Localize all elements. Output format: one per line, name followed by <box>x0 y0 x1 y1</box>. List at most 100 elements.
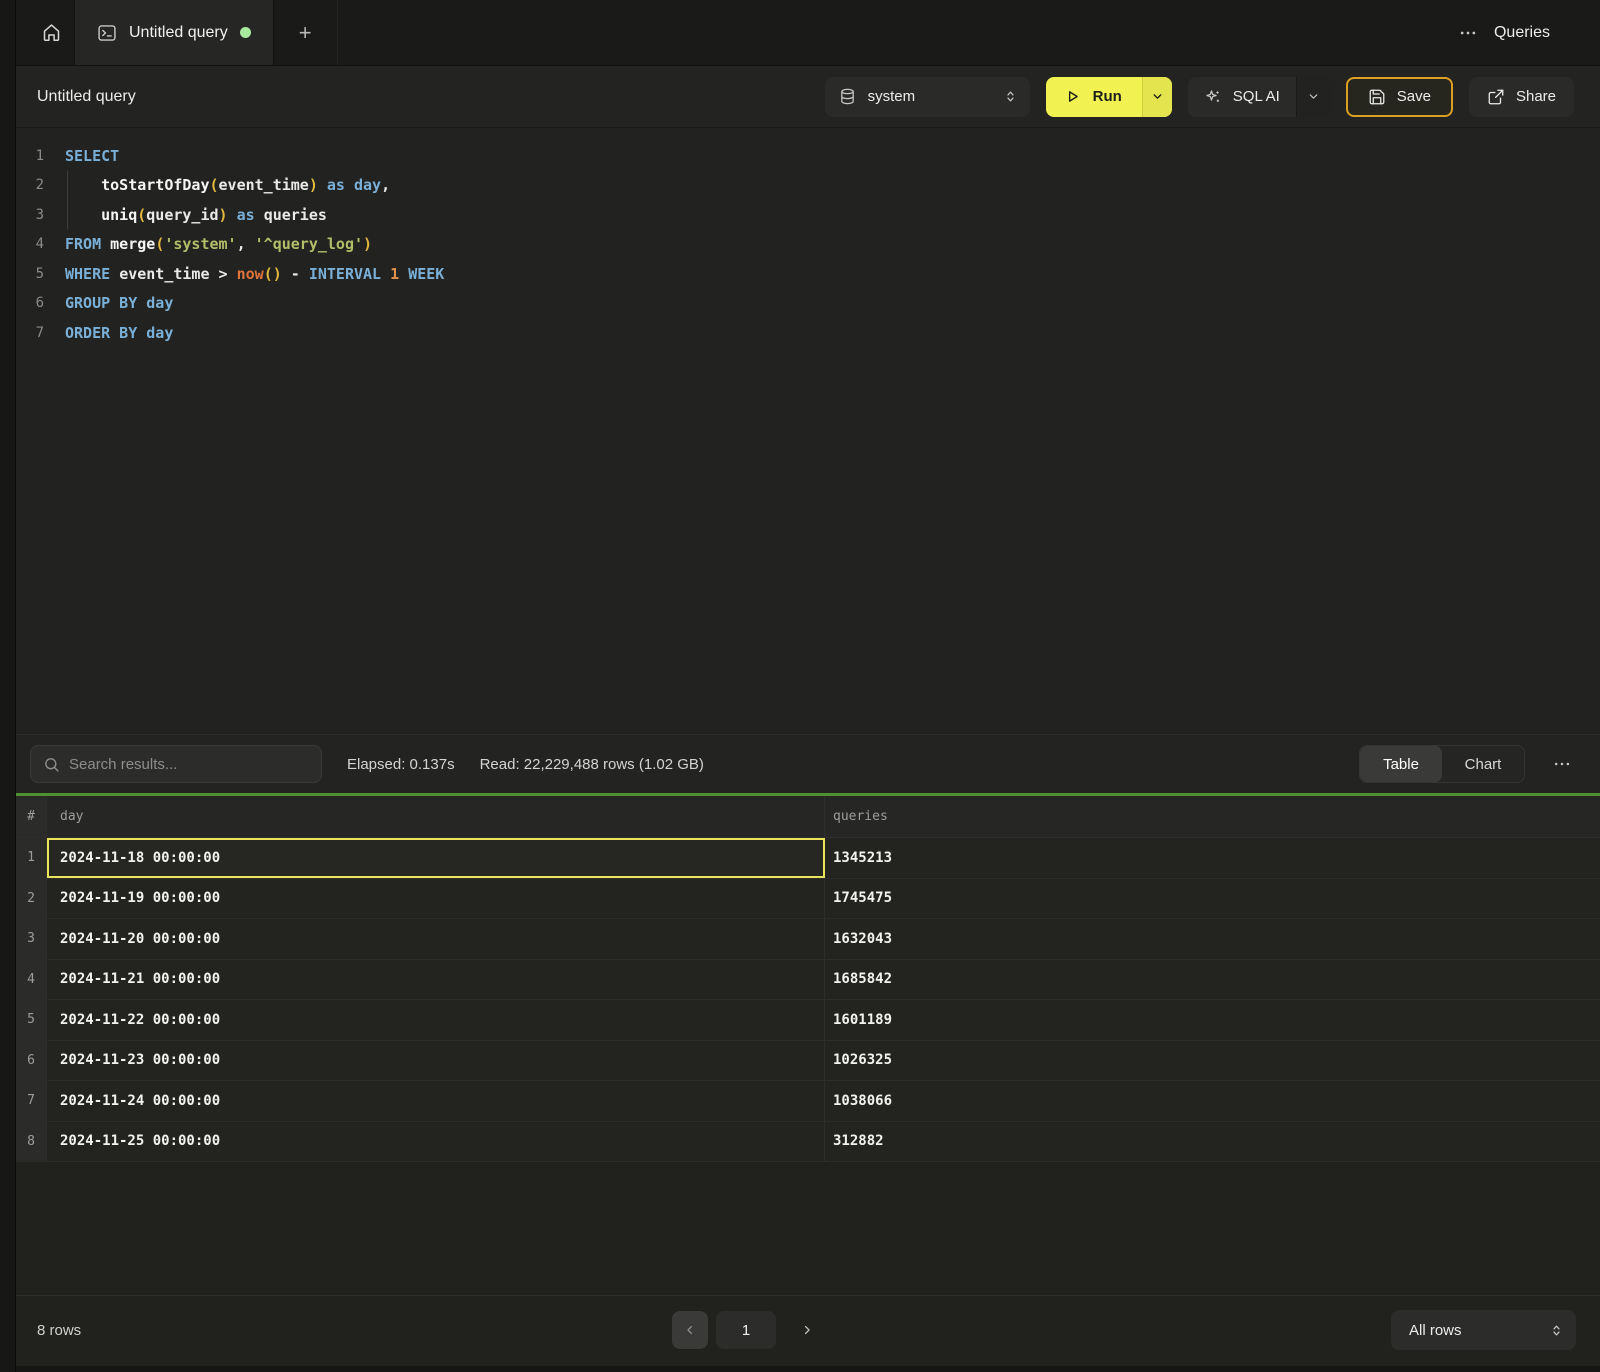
ellipsis-icon[interactable] <box>1458 23 1478 43</box>
day-cell[interactable]: 2024-11-25 00:00:00 <box>47 1122 825 1162</box>
day-cell[interactable]: 2024-11-18 00:00:00 <box>47 838 825 878</box>
table-row[interactable]: 82024-11-25 00:00:00312882 <box>16 1122 1600 1163</box>
share-label: Share <box>1516 88 1556 105</box>
table-row[interactable]: 72024-11-24 00:00:001038066 <box>16 1081 1600 1122</box>
code-token <box>255 206 264 224</box>
code-token <box>399 265 408 283</box>
code-token <box>318 176 327 194</box>
results-footer: 8 rows 1 All rows <box>16 1295 1600 1372</box>
row-index-cell: 4 <box>16 960 47 1000</box>
column-header-index: # <box>16 796 47 837</box>
previous-page-button[interactable] <box>672 1311 708 1349</box>
sql-editor[interactable]: 1SELECT2 toStartOfDay(event_time) as day… <box>16 128 1600 734</box>
pagination: 1 <box>672 1311 822 1349</box>
next-page-button[interactable] <box>792 1311 822 1349</box>
query-toolbar: Untitled query system Run <box>16 66 1600 128</box>
code-token: ) <box>363 235 372 253</box>
run-options-button[interactable] <box>1142 77 1172 117</box>
search-results-input[interactable] <box>69 756 309 773</box>
day-cell[interactable]: 2024-11-22 00:00:00 <box>47 1000 825 1040</box>
tab-chart-view[interactable]: Chart <box>1442 746 1524 782</box>
chevron-down-icon <box>1151 90 1164 103</box>
tab-label: Untitled query <box>129 24 228 42</box>
day-cell[interactable]: 2024-11-24 00:00:00 <box>47 1081 825 1121</box>
code-token: ( <box>210 176 219 194</box>
table-row[interactable]: 52024-11-22 00:00:001601189 <box>16 1000 1600 1041</box>
tab-table-view[interactable]: Table <box>1360 746 1442 782</box>
code-token: SELECT <box>65 147 119 165</box>
code-token: ( <box>155 235 164 253</box>
code-token: , <box>237 235 246 253</box>
home-button[interactable] <box>28 0 74 65</box>
day-cell[interactable]: 2024-11-23 00:00:00 <box>47 1041 825 1081</box>
code-token <box>228 265 237 283</box>
share-button[interactable]: Share <box>1469 77 1574 117</box>
queries-cell[interactable]: 1685842 <box>825 960 1600 1000</box>
code-token <box>65 176 101 194</box>
code-token: '^query_log' <box>255 235 363 253</box>
save-button[interactable]: Save <box>1346 77 1453 117</box>
queries-cell[interactable]: 312882 <box>825 1122 1600 1162</box>
code-token <box>137 294 146 312</box>
database-value: system <box>868 88 991 105</box>
column-header-day[interactable]: day <box>47 796 825 837</box>
day-cell[interactable]: 2024-11-21 00:00:00 <box>47 960 825 1000</box>
tab-untitled-query[interactable]: Untitled query <box>74 0 274 65</box>
code-line: 2 toStartOfDay(event_time) as day, <box>16 171 1600 201</box>
row-index-cell: 6 <box>16 1041 47 1081</box>
table-row[interactable]: 62024-11-23 00:00:001026325 <box>16 1041 1600 1082</box>
code-token: now <box>237 265 264 283</box>
database-selector[interactable]: system <box>825 77 1030 117</box>
code-token: uniq <box>101 206 137 224</box>
window-bottom-edge <box>16 1366 1600 1372</box>
code-token <box>210 265 219 283</box>
chevron-up-down-icon <box>1003 89 1018 104</box>
queries-cell[interactable]: 1026325 <box>825 1041 1600 1081</box>
chevron-up-down-icon <box>1549 1323 1564 1338</box>
results-menu-ellipsis-icon[interactable] <box>1552 754 1572 774</box>
code-line: 7ORDER BY day <box>16 318 1600 348</box>
code-token: () <box>264 265 282 283</box>
sql-ai-button[interactable]: SQL AI <box>1188 77 1296 117</box>
view-toggle: Table Chart <box>1359 745 1525 783</box>
queries-link[interactable]: Queries <box>1494 24 1550 42</box>
sql-ai-options-button[interactable] <box>1296 77 1330 117</box>
code-token: FROM <box>65 235 101 253</box>
table-row[interactable]: 42024-11-21 00:00:001685842 <box>16 960 1600 1001</box>
search-results-box[interactable] <box>30 745 322 783</box>
share-icon <box>1487 88 1505 106</box>
column-header-queries[interactable]: queries <box>825 796 1600 837</box>
day-cell[interactable]: 2024-11-19 00:00:00 <box>47 879 825 919</box>
code-text: SELECT <box>65 147 119 165</box>
line-number: 2 <box>16 177 50 193</box>
line-number: 3 <box>16 207 50 223</box>
terminal-icon <box>97 23 117 43</box>
code-token: day <box>146 294 173 312</box>
code-token: event_time <box>219 176 309 194</box>
code-token: ( <box>137 206 146 224</box>
queries-cell[interactable]: 1345213 <box>825 838 1600 878</box>
elapsed-stat: Elapsed: 0.137s <box>347 756 455 773</box>
queries-cell[interactable]: 1745475 <box>825 879 1600 919</box>
page-number-button[interactable]: 1 <box>716 1311 776 1349</box>
code-token <box>137 324 146 342</box>
code-token: WHERE <box>65 265 110 283</box>
code-token: queries <box>264 206 327 224</box>
code-token <box>101 235 110 253</box>
table-row[interactable]: 12024-11-18 00:00:001345213 <box>16 838 1600 879</box>
day-cell[interactable]: 2024-11-20 00:00:00 <box>47 919 825 959</box>
queries-cell[interactable]: 1601189 <box>825 1000 1600 1040</box>
table-row[interactable]: 22024-11-19 00:00:001745475 <box>16 879 1600 920</box>
queries-cell[interactable]: 1038066 <box>825 1081 1600 1121</box>
run-button[interactable]: Run <box>1046 77 1142 117</box>
line-number: 5 <box>16 266 50 282</box>
queries-cell[interactable]: 1632043 <box>825 919 1600 959</box>
code-text: toStartOfDay(event_time) as day, <box>65 176 390 194</box>
code-token: day <box>354 176 381 194</box>
rows-per-page-select[interactable]: All rows <box>1391 1310 1576 1350</box>
code-token: toStartOfDay <box>101 176 209 194</box>
row-count: 8 rows <box>37 1322 81 1339</box>
row-index-cell: 5 <box>16 1000 47 1040</box>
table-row[interactable]: 32024-11-20 00:00:001632043 <box>16 919 1600 960</box>
new-tab-button[interactable]: + <box>274 0 338 65</box>
